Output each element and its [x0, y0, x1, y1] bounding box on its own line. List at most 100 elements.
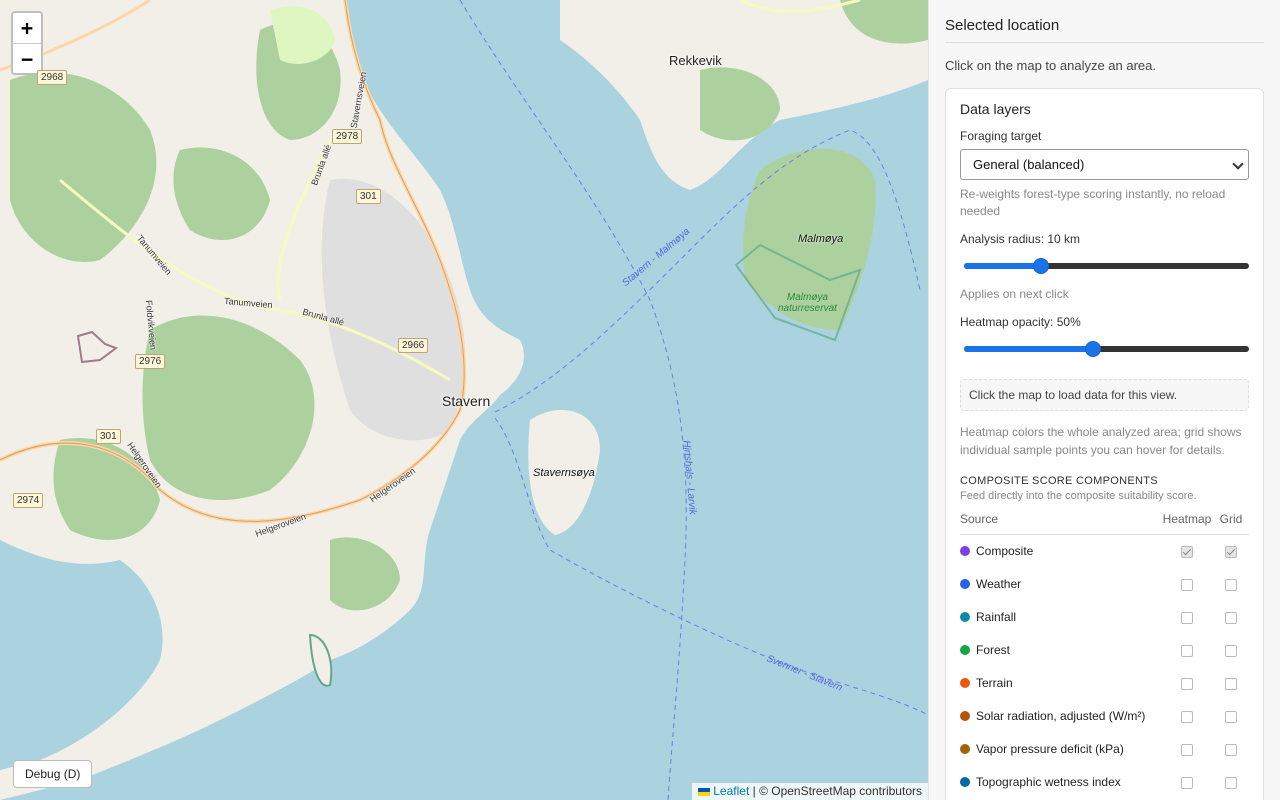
table-row: Solar radiation, adjusted (W/m²) — [960, 700, 1249, 733]
layer-name: Topographic wetness index — [976, 775, 1121, 789]
grid-cell — [1213, 535, 1249, 568]
opacity-slider[interactable] — [960, 337, 1249, 367]
foraging-sub: Re-weights forest-type scoring instantly… — [960, 187, 1226, 218]
grid-cell — [1213, 568, 1249, 601]
island-label-malmoya: Malmøya — [798, 233, 844, 245]
slider-thumb[interactable] — [1033, 258, 1050, 274]
slider-fill — [964, 346, 1093, 352]
leaflet-link[interactable]: Leaflet — [713, 784, 749, 798]
road-shield: 2966 — [398, 338, 429, 353]
road-shield: 2974 — [13, 493, 44, 508]
heatmap-checkbox[interactable] — [1181, 611, 1193, 624]
column-source: Source — [960, 512, 1161, 535]
foraging-label: Foraging target — [960, 129, 1042, 143]
grid-cell — [1213, 766, 1249, 799]
slider-thumb[interactable] — [1084, 341, 1101, 357]
layer-source: Topographic wetness index — [960, 766, 1161, 799]
heatmap-cell — [1161, 733, 1213, 766]
layer-name: Composite — [976, 544, 1034, 559]
ukraine-flag-icon — [698, 787, 711, 796]
layer-color-dot — [960, 612, 970, 622]
grid-cell — [1213, 733, 1249, 766]
zoom-control: + − — [11, 11, 43, 75]
section-subtitle: Feed directly into the composite suitabi… — [960, 490, 1197, 502]
layer-note: Heatmap colors the whole analyzed area; … — [960, 425, 1242, 457]
slider-fill — [964, 263, 1042, 269]
heatmap-cell — [1161, 667, 1213, 700]
grid-checkbox[interactable] — [1225, 710, 1237, 723]
place-label-stavern: Stavern — [442, 393, 491, 409]
section-title: COMPOSITE SCORE COMPONENTS — [960, 475, 1158, 487]
place-label-rekkevik: Rekkevik — [669, 53, 722, 68]
road-shield: 301 — [356, 189, 381, 204]
radius-sub: Applies on next click — [960, 287, 1069, 301]
table-row: Rainfall — [960, 601, 1249, 634]
grid-checkbox[interactable] — [1225, 546, 1237, 559]
grid-checkbox[interactable] — [1225, 743, 1237, 756]
heatmap-checkbox[interactable] — [1181, 578, 1193, 591]
grid-checkbox[interactable] — [1225, 578, 1237, 591]
column-heatmap: Heatmap — [1161, 512, 1213, 535]
layer-color-dot — [960, 678, 970, 688]
layer-name: Solar radiation, adjusted (W/m²) — [976, 709, 1146, 723]
foraging-select[interactable]: General (balanced) — [960, 149, 1249, 180]
debug-button[interactable]: Debug (D) — [13, 760, 93, 788]
road-shield: 301 — [96, 429, 121, 444]
heatmap-cell — [1161, 766, 1213, 799]
layer-color-dot — [960, 711, 970, 721]
foraging-select-value: General (balanced) — [973, 157, 1085, 172]
heatmap-checkbox[interactable] — [1181, 710, 1193, 723]
layer-name: Weather — [976, 577, 1022, 591]
grid-checkbox[interactable] — [1225, 677, 1237, 690]
heatmap-cell — [1161, 601, 1213, 634]
island-label-stavernsoya: Stavernsøya — [533, 467, 595, 479]
road-shield: 2968 — [37, 70, 68, 85]
grid-cell — [1213, 634, 1249, 667]
layers-table: Source Heatmap Grid Composite Weather Rain… — [960, 512, 1249, 799]
layer-source: Forest — [960, 634, 1161, 667]
table-row: Vapor pressure deficit (kPa) — [960, 733, 1249, 766]
layer-source: Weather — [960, 568, 1161, 601]
panel-hint: Click on the map to analyze an area. — [945, 58, 1157, 73]
reserve-label-line2: naturreservat — [778, 303, 837, 314]
heatmap-cell — [1161, 634, 1213, 667]
layer-name: Terrain — [976, 676, 1013, 690]
heatmap-checkbox[interactable] — [1181, 776, 1193, 789]
grid-checkbox[interactable] — [1225, 611, 1237, 624]
layer-source: Rainfall — [960, 601, 1161, 634]
layer-name: Vapor pressure deficit (kPa) — [976, 742, 1124, 756]
map-attribution: Leaflet | © OpenStreetMap contributors — [692, 783, 928, 800]
grid-cell — [1213, 601, 1249, 634]
layer-color-dot — [960, 546, 970, 557]
radius-label: Analysis radius: 10 km — [960, 232, 1081, 246]
grid-cell — [1213, 667, 1249, 700]
table-row: Topographic wetness index — [960, 766, 1249, 799]
reserve-label-line1: Malmøya — [786, 292, 829, 303]
grid-checkbox[interactable] — [1225, 776, 1237, 789]
radius-slider[interactable] — [960, 254, 1249, 284]
heatmap-checkbox[interactable] — [1181, 644, 1193, 657]
layer-source: Vapor pressure deficit (kPa) — [960, 733, 1161, 766]
status-message: Click the map to load data for this view… — [960, 379, 1249, 411]
road-shield: 2978 — [332, 129, 363, 144]
zoom-out-button[interactable]: − — [13, 43, 41, 73]
heatmap-checkbox[interactable] — [1181, 546, 1193, 559]
layer-color-dot — [960, 579, 970, 589]
card-title: Data layers — [960, 101, 1031, 117]
heatmap-checkbox[interactable] — [1181, 677, 1193, 690]
panel-title: Selected location — [945, 17, 1264, 43]
heatmap-checkbox[interactable] — [1181, 743, 1193, 756]
attribution-text: | © OpenStreetMap contributors — [749, 784, 922, 798]
map[interactable]: + − Rekkevik Stavern Malmøya Stavernsøya… — [0, 0, 928, 800]
data-layers-card: Data layers Foraging target General (bal… — [945, 88, 1264, 800]
chevron-down-icon — [1232, 158, 1244, 170]
grid-checkbox[interactable] — [1225, 644, 1237, 657]
opacity-label: Heatmap opacity: 50% — [960, 315, 1081, 329]
layer-color-dot — [960, 645, 970, 655]
column-grid: Grid — [1213, 512, 1249, 535]
zoom-in-button[interactable]: + — [13, 13, 41, 43]
layer-name: Rainfall — [976, 610, 1017, 624]
layer-name: Forest — [976, 643, 1011, 657]
side-panel: Selected location Click on the map to an… — [928, 0, 1280, 800]
table-row: Terrain — [960, 667, 1249, 700]
